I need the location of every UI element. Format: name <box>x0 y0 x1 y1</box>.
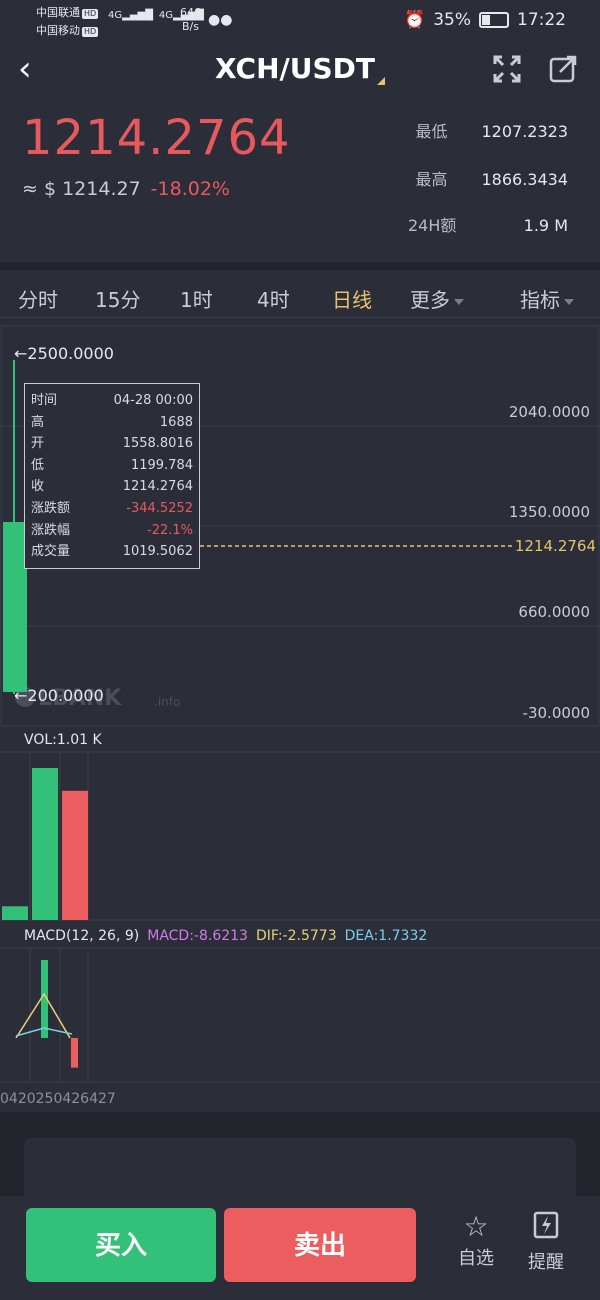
dea-value: DEA:1.7332 <box>344 928 428 944</box>
sell-button[interactable]: 卖出 <box>224 1208 416 1282</box>
price-tick: 660.0000 <box>518 603 590 621</box>
fullscreen-icon[interactable] <box>492 54 522 91</box>
tab-1h[interactable]: 1时 <box>180 284 213 313</box>
volume-label: VOL:1.01 K <box>24 732 102 748</box>
price-tick: 1350.0000 <box>509 503 590 521</box>
last-price: 1214.2764 <box>22 110 291 166</box>
interval-tabs: 分时 15分 1时 4时 日线 更多 指标 <box>0 272 600 318</box>
stat-high: 最高 1866.3434 <box>415 170 568 189</box>
watermark-suffix: .info <box>154 695 180 709</box>
macd-value: MACD:-8.6213 <box>147 928 248 944</box>
favorite-button[interactable]: ☆ 自选 <box>446 1210 506 1270</box>
tooltip-label: 开 <box>31 436 45 452</box>
tooltip-value: 1558.8016 <box>122 436 193 452</box>
chevron-down-icon <box>564 298 574 305</box>
hd-badge-1: HD <box>82 9 99 19</box>
tooltip-label: 涨跌幅 <box>31 522 71 538</box>
tab-daily[interactable]: 日线 <box>332 284 372 313</box>
current-price-label: 1214.2764 <box>515 537 596 555</box>
high-marker: ←2500.0000 <box>14 344 114 363</box>
section-divider <box>0 262 600 270</box>
tab-timeshare[interactable]: 分时 <box>18 284 58 313</box>
dif-value: DIF:-2.5773 <box>255 928 337 944</box>
bolt-icon <box>516 1210 576 1248</box>
tooltip-row: 成交量 1019.5062 <box>31 541 193 563</box>
tooltip-row: 时间 04-28 00:00 <box>31 390 193 412</box>
pair-switch-icon <box>377 77 386 85</box>
tab-indicators[interactable]: 指标 <box>520 284 574 313</box>
tooltip-value: -344.5252 <box>126 500 193 516</box>
clock: 17:22 <box>517 10 566 30</box>
alert-button[interactable]: 提醒 <box>516 1210 576 1274</box>
status-bar: 中国联通 HD 中国移动 HD 4G▂▄▆█ 4G▂▄▆█ 646 B/s ●● ⏰… <box>0 0 600 44</box>
signal-icon-1: 4G▂▄▆█ <box>108 10 153 21</box>
bottom-spacer <box>0 1112 600 1200</box>
tooltip-row: 收 1214.2764 <box>31 476 193 498</box>
macd-label: MACD(12, 26, 9) MACD:-8.6213 DIF:-2.5773 DE… <box>24 928 428 944</box>
star-icon: ☆ <box>463 1210 489 1243</box>
tooltip-value: -22.1% <box>147 522 193 538</box>
macd-bar <box>71 1038 78 1068</box>
tooltip-label: 高 <box>31 414 45 430</box>
volume-bar <box>62 790 88 920</box>
carrier-2: 中国移动 <box>36 24 80 37</box>
low-marker: ←200.0000 <box>14 686 104 705</box>
tooltip-row: 开 1558.8016 <box>31 433 193 455</box>
tab-more[interactable]: 更多 <box>410 284 464 313</box>
share-icon[interactable] <box>548 54 578 91</box>
buy-button[interactable]: 买入 <box>26 1208 216 1282</box>
tab-4h[interactable]: 4时 <box>257 284 290 313</box>
battery-icon <box>479 12 509 28</box>
tooltip-value: 1214.2764 <box>122 479 193 495</box>
change-percent: -18.02% <box>150 178 230 200</box>
carrier-1: 中国联通 <box>36 6 80 19</box>
tooltip-label: 成交量 <box>31 544 71 560</box>
tooltip-value: 04-28 00:00 <box>113 393 193 408</box>
tooltip-value: 1199.784 <box>130 457 193 473</box>
tooltip-row: 高 1688 <box>31 412 193 434</box>
chevron-down-icon <box>454 298 464 305</box>
candle-tooltip: 时间 04-28 00:00 高 1688 开 1558.8016 低 1199.784 收 12… <box>24 383 200 569</box>
stat-low: 最低 1207.2323 <box>415 122 568 141</box>
carrier-info: 中国联通 HD 中国移动 HD <box>36 4 99 40</box>
wechat-icon: ●● <box>208 12 233 28</box>
tab-15m[interactable]: 15分 <box>95 284 140 313</box>
tooltip-label: 收 <box>31 479 45 495</box>
tooltip-label: 低 <box>31 457 45 473</box>
header: ‹ XCH/USDT <box>0 44 600 98</box>
tooltip-label: 涨跌额 <box>31 500 71 516</box>
stat-24h-volume: 24H额 1.9 M <box>408 216 568 235</box>
volume-bar <box>2 906 28 920</box>
price-usd: ≈ $ 1214.27 -18.02% <box>22 178 230 200</box>
volume-bar <box>32 768 58 920</box>
tooltip-label: 时间 <box>31 393 58 408</box>
tooltip-value: 1019.5062 <box>122 544 193 560</box>
price-tick: -30.0000 <box>523 704 590 722</box>
alarm-icon: ⏰ <box>404 10 426 30</box>
net-speed: 646 B/s <box>180 6 201 33</box>
price-summary: 1214.2764 ≈ $ 1214.27 -18.02% 最低 1207.2323… <box>0 100 600 260</box>
tooltip-row: 涨跌额 -344.5252 <box>31 498 193 520</box>
tooltip-row: 低 1199.784 <box>31 455 193 477</box>
price-tick: 2040.0000 <box>509 403 590 421</box>
battery-percent: 35% <box>433 10 471 30</box>
x-axis-labels: 0420250426427 <box>0 1091 116 1107</box>
tooltip-value: 1688 <box>159 414 193 430</box>
trade-footer: 买入 卖出 ☆ 自选 提醒 <box>0 1196 600 1300</box>
hd-badge-2: HD <box>82 27 99 37</box>
tooltip-row: 涨跌幅 -22.1% <box>31 520 193 542</box>
